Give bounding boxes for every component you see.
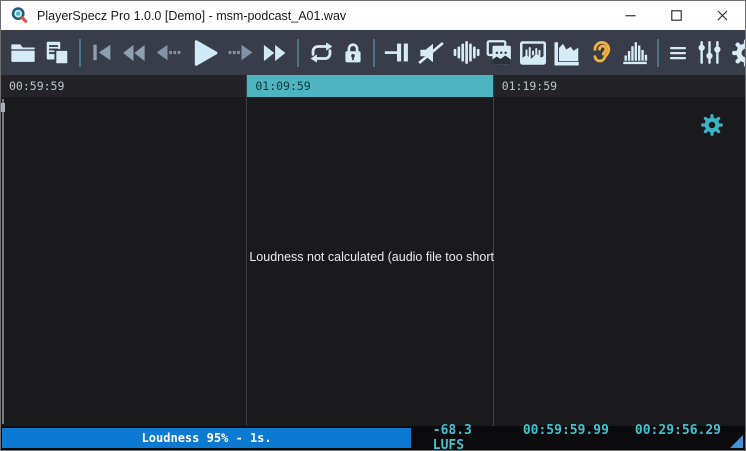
histogram-view-button[interactable] (618, 33, 652, 73)
toolbar-separator (297, 39, 299, 67)
app-magnifier-icon (10, 6, 29, 25)
mixer-sliders-button[interactable] (692, 33, 726, 73)
panel-right-timestamp[interactable]: 01:19:59 (494, 75, 745, 97)
close-button[interactable] (699, 1, 745, 30)
mute-button[interactable] (414, 33, 448, 73)
waveform-frame-view-button[interactable] (516, 33, 550, 73)
panel-right-body[interactable] (494, 97, 745, 426)
toolbar-separator (79, 39, 81, 67)
open-folder-button[interactable] (6, 33, 40, 73)
time-remaining-readout: 00:29:56.29 (635, 423, 721, 451)
panel-middle: 01:09:59 Loudness not calculated (audio … (247, 75, 492, 426)
loudness-message: Loudness not calculated (audio file too … (247, 250, 492, 264)
panel-right: 01:19:59 (494, 75, 745, 426)
toolbar (1, 30, 745, 75)
panel-settings-gear-icon[interactable] (699, 112, 725, 143)
lock-button[interactable] (338, 33, 368, 73)
loop-button[interactable] (304, 33, 338, 73)
panel-area: 00:59:59 01:09:59 Loudness not calculate… (1, 75, 745, 426)
settings-gear-button[interactable] (726, 33, 746, 73)
fast-forward-button[interactable] (258, 33, 292, 73)
titlebar: PlayerSpecz Pro 1.0.0 [Demo] - msm-podca… (1, 1, 745, 30)
stop-at-marker-button[interactable] (380, 33, 414, 73)
panel-middle-body[interactable]: Loudness not calculated (audio file too … (247, 97, 492, 426)
loudness-progressbar: Loudness 95% - 1s. (2, 428, 433, 448)
resize-grip[interactable] (730, 435, 743, 448)
time-elapsed-readout: 00:59:59.99 (523, 423, 609, 451)
waveform-windows-button[interactable] (482, 33, 516, 73)
window-title: PlayerSpecz Pro 1.0.0 [Demo] - msm-podca… (37, 9, 346, 23)
panel-left-timestamp[interactable]: 00:59:59 (1, 75, 246, 97)
toolbar-separator (657, 39, 659, 67)
app-window: PlayerSpecz Pro 1.0.0 [Demo] - msm-podca… (0, 0, 746, 451)
rewind-button[interactable] (116, 33, 150, 73)
menu-button[interactable] (664, 33, 692, 73)
panel-left: 00:59:59 (1, 75, 246, 426)
step-back-button[interactable] (150, 33, 184, 73)
toolbar-separator (373, 39, 375, 67)
listen-ear-button[interactable] (584, 33, 618, 73)
minimize-button[interactable] (607, 1, 653, 30)
statusbar: Loudness 95% - 1s. -68.3 LUFS 00:59:59.9… (1, 426, 745, 450)
lufs-readout: -68.3 LUFS (433, 423, 497, 451)
skip-to-start-button[interactable] (86, 33, 116, 73)
maximize-button[interactable] (653, 1, 699, 30)
panel-left-body[interactable] (1, 97, 246, 426)
copy-files-button[interactable] (40, 33, 74, 73)
progress-label: Loudness 95% - 1s. (2, 428, 411, 448)
waveform-view-button[interactable] (448, 33, 482, 73)
left-scrollbar-handle[interactable] (1, 103, 5, 112)
play-button[interactable] (184, 33, 224, 73)
left-scrollbar-track[interactable] (2, 99, 4, 424)
panel-middle-timestamp[interactable]: 01:09:59 (247, 75, 492, 97)
spectrum-view-button[interactable] (550, 33, 584, 73)
step-forward-button[interactable] (224, 33, 258, 73)
progress-fill: Loudness 95% - 1s. (2, 428, 411, 448)
